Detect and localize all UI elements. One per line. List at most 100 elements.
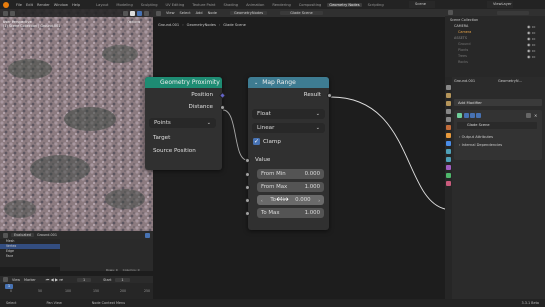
scene-tab-icon[interactable]	[446, 117, 451, 122]
tab-shading[interactable]: Shading	[221, 3, 240, 7]
current-frame-field[interactable]: 1	[76, 277, 92, 282]
outliner-editor-icon[interactable]	[448, 10, 453, 15]
input-from-max-socket[interactable]	[245, 185, 250, 190]
viewport-toggle-icon[interactable]	[470, 113, 475, 118]
start-label: Start	[103, 277, 112, 282]
outliner-ground[interactable]: Ground	[458, 42, 470, 46]
output-attributes-section[interactable]: › Output Attributes	[459, 135, 493, 139]
domain-face[interactable]: Face	[0, 254, 60, 259]
properties-editor: Ground.001 GeometryN... Add Modifier ✕ G…	[445, 77, 545, 299]
menu-window[interactable]: Window	[54, 3, 68, 7]
dropdown-menu-icon[interactable]	[526, 113, 531, 118]
timeline-area[interactable]: 1 0 50 100 150 200 250	[0, 283, 153, 299]
render-tab-icon[interactable]	[446, 93, 451, 98]
start-frame-field[interactable]: 1	[115, 277, 130, 282]
add-modifier-button[interactable]: Add Modifier	[454, 99, 542, 106]
input-to-max-socket[interactable]	[245, 211, 250, 216]
spreadsheet-editor-icon[interactable]	[3, 232, 8, 238]
editmode-toggle-icon[interactable]	[464, 113, 469, 118]
data-type-dropdown[interactable]: Float ⌄	[252, 109, 325, 119]
tab-rendering[interactable]: Rendering	[270, 3, 292, 7]
from-max-field[interactable]: From Max 1.000	[257, 182, 324, 192]
output-result-socket[interactable]	[327, 93, 332, 98]
clamp-checkbox[interactable]: ✓ Clamp	[253, 138, 281, 145]
decrement-arrow-icon[interactable]: ‹	[261, 198, 263, 203]
output-distance-socket[interactable]	[220, 105, 225, 110]
input-from-min-socket[interactable]	[245, 172, 250, 177]
overlay-icon[interactable]	[123, 10, 128, 16]
blender-logo-icon[interactable]	[3, 1, 9, 8]
timeline-menu-view[interactable]: View	[12, 278, 20, 282]
data-tab-icon[interactable]	[446, 173, 451, 178]
node-editor[interactable]: View Select Add Node GeometryNodes Glade…	[145, 9, 445, 299]
tab-animation[interactable]: Animation	[244, 3, 266, 7]
map-range-node[interactable]: ⌄ Map Range Result Float ⌄ Linear ⌄ ✓ Cl…	[245, 77, 332, 230]
outliner-trees[interactable]: Trees	[458, 54, 467, 58]
node-group-field[interactable]: Glade Scene	[457, 122, 537, 129]
playback-controls-icon[interactable]: ⏮ ◀ ▶ ⏭	[46, 277, 63, 282]
filter-icon[interactable]	[145, 232, 150, 238]
render-toggle-icon[interactable]	[476, 113, 481, 118]
shading-solid-icon[interactable]	[130, 10, 135, 16]
physics-tab-icon[interactable]	[446, 157, 451, 162]
viewport-options-button[interactable]: Options	[127, 20, 140, 24]
select-mode-icon[interactable]	[10, 10, 15, 16]
from-min-field[interactable]: From Min 0.000	[257, 169, 324, 179]
view-menu-icon[interactable]	[3, 10, 8, 16]
output-tab-icon[interactable]	[446, 101, 451, 106]
outliner-search-input[interactable]	[497, 10, 529, 15]
scene-selector[interactable]: Scene	[409, 1, 435, 8]
tab-compositing[interactable]: Compositing	[297, 3, 324, 7]
tab-scripting[interactable]: Scripting	[366, 3, 386, 7]
menu-edit[interactable]: Edit	[26, 3, 33, 7]
tab-uv-editing[interactable]: UV Editing	[164, 3, 187, 7]
outliner-camera-collection[interactable]: CAMERA	[454, 24, 468, 28]
world-tab-icon[interactable]	[446, 125, 451, 130]
tab-layout[interactable]: Layout	[94, 3, 110, 7]
tab-geometry-nodes[interactable]: Geometry Nodes	[327, 2, 362, 7]
terrain-render-image	[0, 9, 153, 231]
visibility-eye-icons[interactable]: ◉ ▭ ◉ ▭ ◉ ▭ ◉ ▭ ◉ ▭ ◉ ▭	[527, 24, 536, 60]
tab-sculpting[interactable]: Sculpting	[139, 3, 160, 7]
internal-dependencies-section[interactable]: › Internal Dependencies	[459, 143, 502, 147]
to-max-field[interactable]: To Max 1.000	[257, 208, 324, 218]
collapse-chevron-icon[interactable]: ⌄	[254, 80, 258, 86]
timeline-editor-icon[interactable]	[3, 277, 8, 282]
object-tab-icon[interactable]	[446, 133, 451, 138]
menu-render[interactable]: Render	[37, 3, 50, 7]
geometry-proximity-header[interactable]: Geometry Proximity	[145, 77, 222, 88]
tab-texture-paint[interactable]: Texture Paint	[190, 3, 217, 7]
geometry-proximity-node[interactable]: Geometry Proximity Position Distance Poi…	[145, 77, 227, 170]
view-layer-selector[interactable]: ViewLayer	[487, 1, 513, 8]
increment-arrow-icon[interactable]: ›	[318, 198, 320, 203]
target-mode-dropdown[interactable]: Points ⌄	[149, 118, 216, 128]
constraints-tab-icon[interactable]	[446, 165, 451, 170]
shading-rendered-icon[interactable]	[144, 10, 149, 16]
outliner-plants[interactable]: Plants	[458, 48, 468, 52]
particles-tab-icon[interactable]	[446, 149, 451, 154]
outliner-scene-collection[interactable]: Scene Collection	[450, 18, 478, 22]
output-position-label: Position	[191, 92, 213, 98]
to-min-field[interactable]: ‹ To Min 0.000 ›	[257, 195, 324, 205]
close-icon[interactable]: ✕	[534, 113, 537, 118]
timeline-menu-marker[interactable]: Marker	[24, 278, 36, 282]
interpolation-dropdown[interactable]: Linear ⌄	[252, 123, 325, 133]
tick-50: 50	[38, 289, 43, 293]
map-range-header[interactable]: ⌄ Map Range	[248, 77, 329, 88]
outliner-assets-collection[interactable]: ASSETS	[454, 36, 467, 40]
3d-viewport[interactable]: User Perspective (1) Scene Collection | …	[0, 9, 153, 231]
menu-file[interactable]: File	[16, 3, 22, 7]
input-value-socket[interactable]	[245, 158, 250, 163]
outliner-camera-object[interactable]: Camera	[458, 30, 471, 34]
outliner-rocks[interactable]: Rocks	[458, 60, 468, 64]
tool-tab-icon[interactable]	[446, 85, 451, 90]
modifier-tab-icon[interactable]	[446, 141, 451, 146]
menu-help[interactable]: Help	[72, 3, 80, 7]
top-bar: File Edit Render Window Help Layout Mode…	[0, 0, 545, 9]
view-layer-tab-icon[interactable]	[446, 109, 451, 114]
tab-modeling[interactable]: Modeling	[114, 3, 134, 7]
spreadsheet-mode-dropdown[interactable]: Evaluated	[11, 233, 34, 237]
shading-material-icon[interactable]	[137, 10, 142, 16]
material-tab-icon[interactable]	[446, 181, 451, 186]
input-to-min-socket[interactable]	[245, 198, 250, 203]
